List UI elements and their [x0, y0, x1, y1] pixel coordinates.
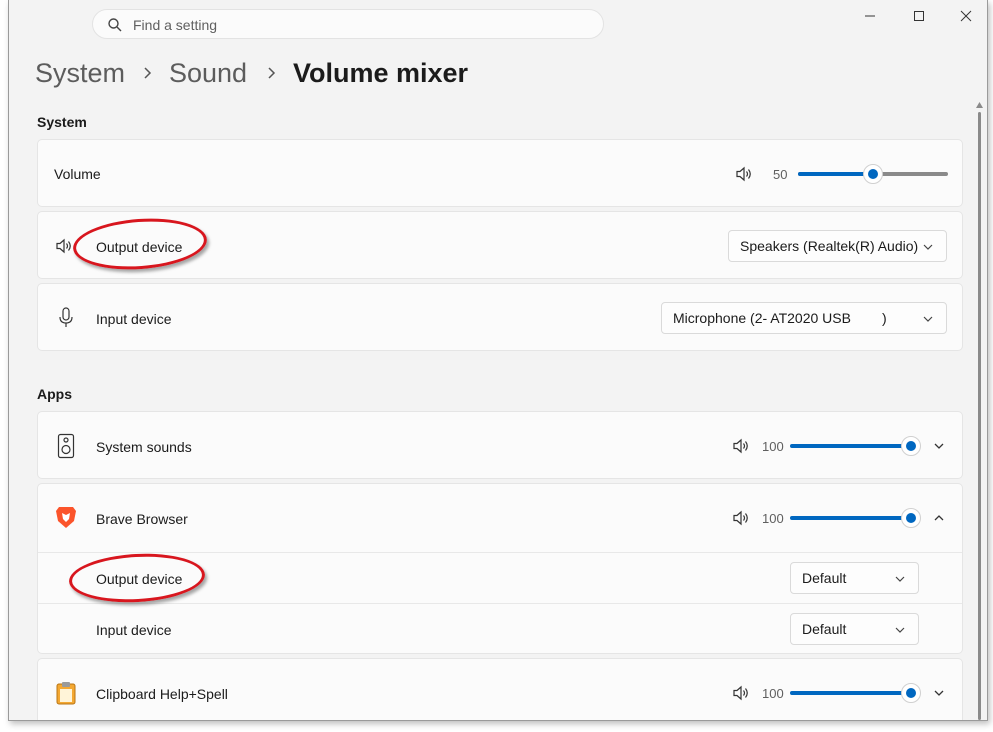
volume-card: Volume 50: [37, 139, 963, 207]
breadcrumb-system[interactable]: System: [35, 58, 125, 89]
search-icon: [108, 18, 122, 32]
app-row-clipboard: Clipboard Help+Spell 100: [37, 658, 963, 720]
minimize-button[interactable]: [850, 6, 890, 26]
section-system: System: [37, 114, 87, 130]
chevron-up-icon[interactable]: [933, 512, 945, 524]
speaker-icon[interactable]: [732, 509, 750, 527]
app-volume-value: 100: [762, 439, 784, 454]
speaker-icon[interactable]: [732, 437, 750, 455]
speaker-icon: [56, 238, 71, 254]
brave-input-device-dropdown[interactable]: Default: [790, 613, 919, 645]
breadcrumb-sound[interactable]: Sound: [169, 58, 247, 89]
speaker-icon[interactable]: [735, 165, 753, 183]
app-volume-value: 100: [762, 686, 784, 701]
minimize-icon: [865, 15, 875, 17]
scroll-up-arrow[interactable]: [975, 101, 984, 109]
maximize-button[interactable]: [899, 6, 939, 26]
search-input[interactable]: Find a setting: [133, 17, 217, 33]
chevron-down-icon[interactable]: [933, 687, 945, 699]
brave-lion-icon: [56, 507, 76, 528]
app-volume-slider[interactable]: [790, 516, 909, 520]
input-device-value: Microphone (2- AT2020 USB ): [673, 310, 887, 326]
brave-output-device-value: Default: [802, 570, 847, 586]
chevron-down-icon: [923, 244, 933, 250]
output-device-dropdown[interactable]: Speakers (Realtek(R) Audio): [728, 230, 947, 262]
app-volume-slider[interactable]: [790, 444, 909, 448]
input-device-dropdown[interactable]: Microphone (2- AT2020 USB ): [661, 302, 947, 334]
settings-window: Find a setting System Sound Volume mixer…: [8, 0, 988, 721]
chevron-right-icon: [268, 67, 276, 79]
divider: [38, 603, 962, 604]
brave-input-device-value: Default: [802, 621, 847, 637]
volume-label: Volume: [54, 166, 101, 182]
chevron-down-icon[interactable]: [933, 440, 945, 452]
app-volume-thumb[interactable]: [901, 436, 921, 456]
app-volume-slider[interactable]: [790, 691, 909, 695]
chevron-down-icon: [895, 627, 905, 633]
search-box[interactable]: Find a setting: [92, 9, 604, 39]
speaker-icon[interactable]: [732, 684, 750, 702]
app-volume-value: 100: [762, 511, 784, 526]
output-device-value: Speakers (Realtek(R) Audio): [740, 238, 919, 254]
page-title: Volume mixer: [293, 58, 469, 88]
chevron-right-icon: [144, 67, 152, 79]
app-name: Clipboard Help+Spell: [96, 686, 228, 702]
chevron-down-icon: [895, 576, 905, 582]
app-volume-thumb[interactable]: [901, 683, 921, 703]
volume-slider-fill: [798, 172, 873, 176]
app-row-system-sounds: System sounds 100: [37, 411, 963, 479]
maximize-icon: [914, 11, 924, 21]
chevron-down-icon: [923, 316, 933, 322]
input-device-label: Input device: [96, 311, 172, 327]
clipboard-icon: [56, 682, 76, 705]
speaker-device-icon: [57, 433, 75, 459]
volume-slider-thumb[interactable]: [863, 164, 883, 184]
app-name: System sounds: [96, 439, 192, 455]
scrollbar-thumb[interactable]: [978, 112, 981, 720]
volume-value: 50: [773, 167, 788, 182]
brave-input-device-label: Input device: [96, 622, 172, 638]
input-device-card: Input device Microphone (2- AT2020 USB ): [37, 283, 963, 351]
divider: [38, 552, 962, 553]
app-name: Brave Browser: [96, 511, 188, 527]
section-apps: Apps: [37, 386, 72, 402]
app-volume-thumb[interactable]: [901, 508, 921, 528]
close-icon: [960, 10, 972, 22]
brave-output-device-dropdown[interactable]: Default: [790, 562, 919, 594]
microphone-icon: [59, 307, 73, 327]
close-button[interactable]: [946, 6, 986, 26]
